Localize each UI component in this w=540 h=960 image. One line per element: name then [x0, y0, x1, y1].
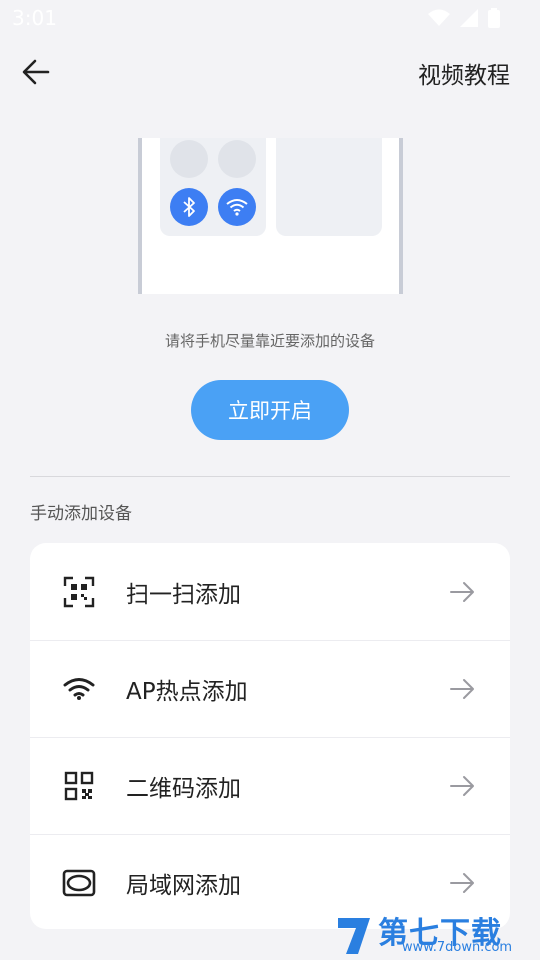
header: 视频教程 [0, 36, 540, 108]
status-bar: 3:01 [0, 0, 540, 36]
option-ap-hotspot[interactable]: AP热点添加 [30, 640, 510, 737]
back-arrow-icon [22, 59, 50, 85]
illustration-panel [276, 138, 382, 236]
arrow-right-icon [448, 869, 476, 897]
option-label: 局域网添加 [126, 873, 241, 899]
bluetooth-icon [170, 188, 208, 226]
option-scan[interactable]: 扫一扫添加 [30, 543, 510, 640]
status-time: 3:01 [12, 6, 57, 30]
battery-icon [488, 8, 500, 28]
divider [30, 476, 510, 477]
open-now-button[interactable]: 立即开启 [191, 380, 349, 440]
status-icons [428, 8, 500, 28]
option-label: AP热点添加 [126, 679, 248, 705]
arrow-right-icon [448, 772, 476, 800]
watermark-logo-icon [338, 918, 370, 954]
illustration-panel [160, 138, 266, 236]
option-label: 扫一扫添加 [126, 581, 241, 608]
add-method-list: 扫一扫添加 AP热点添加 二维码添加 局域网添加 [30, 543, 510, 929]
option-qr-code[interactable]: 二维码添加 [30, 737, 510, 834]
back-button[interactable] [18, 54, 54, 90]
watermark-url: www.7down.com [402, 940, 513, 955]
option-label: 二维码添加 [126, 776, 241, 802]
wifi-icon [218, 188, 256, 226]
scan-qr-icon [62, 575, 96, 609]
qr-code-icon [62, 769, 96, 803]
arrow-right-icon [448, 578, 476, 606]
wifi-icon [62, 672, 96, 706]
arrow-right-icon [448, 675, 476, 703]
placeholder-circle [218, 140, 256, 178]
video-tutorial-link[interactable]: 视频教程 [418, 56, 510, 90]
section-title: 手动添加设备 [30, 504, 132, 524]
hint-text: 请将手机尽量靠近要添加的设备 [164, 332, 375, 350]
lan-icon [62, 866, 96, 900]
cell-signal-icon [460, 9, 478, 27]
placeholder-circle [170, 140, 208, 178]
illustration [138, 138, 403, 294]
wifi-signal-icon [428, 9, 450, 26]
watermark: 第七下载站 www.7down.com [332, 914, 532, 958]
